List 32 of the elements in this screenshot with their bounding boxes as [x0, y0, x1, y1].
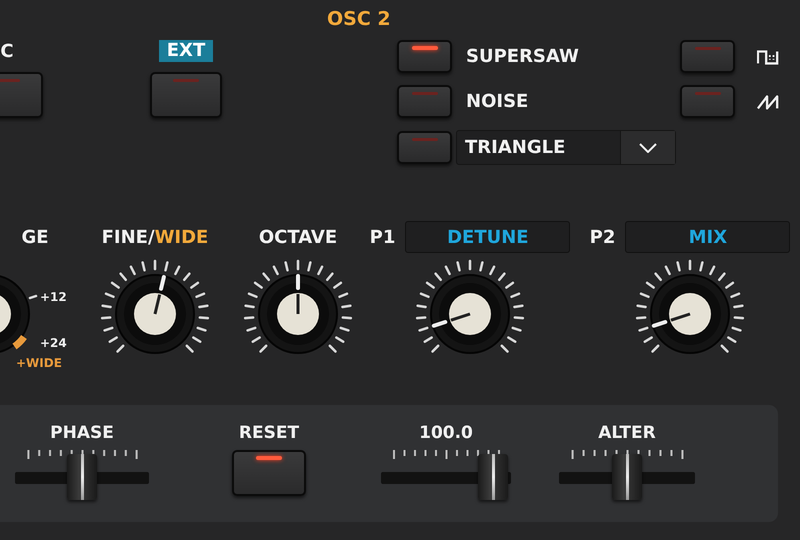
pulse-wave-icon — [757, 48, 779, 64]
knob-label: GE — [21, 226, 49, 248]
slider-thumb[interactable] — [67, 454, 97, 500]
param-slot-label: P1 — [370, 226, 396, 248]
waveform-label: SUPERSAW — [466, 46, 580, 67]
section-title: OSC 2 — [327, 7, 392, 32]
waveform-button[interactable] — [397, 40, 452, 73]
button-label: RESET — [238, 422, 300, 444]
slider[interactable] — [381, 450, 511, 502]
slider-label: PHASE — [50, 422, 114, 444]
reset-button[interactable] — [232, 450, 306, 496]
slider-label: ALTER — [598, 422, 656, 444]
slider-thumb[interactable] — [478, 454, 508, 500]
chevron-down-icon — [639, 142, 657, 152]
knob-label: FINE/WIDE — [102, 226, 208, 248]
slider-thumb[interactable] — [612, 454, 642, 500]
param-selector[interactable]: DETUNE — [405, 221, 570, 253]
saw-wave-icon — [757, 94, 779, 110]
slider[interactable] — [559, 450, 695, 502]
param-selector[interactable]: MIX — [625, 221, 790, 253]
range-mark: +WIDE — [16, 356, 62, 370]
waveform-label: NOISE — [466, 91, 530, 112]
button-label: C — [0, 40, 14, 64]
range-mark: +12 — [40, 290, 67, 304]
knob-label: OCTAVE — [258, 226, 338, 248]
slider-label: 100.0 — [419, 422, 473, 444]
source-badge: EXT — [158, 40, 214, 62]
toggle-button[interactable] — [150, 72, 222, 118]
param-slot-label: P2 — [590, 226, 616, 248]
slider[interactable] — [15, 450, 149, 502]
waveform-dropdown[interactable]: TRIANGLE — [456, 130, 676, 165]
range-mark: +24 — [40, 336, 67, 350]
